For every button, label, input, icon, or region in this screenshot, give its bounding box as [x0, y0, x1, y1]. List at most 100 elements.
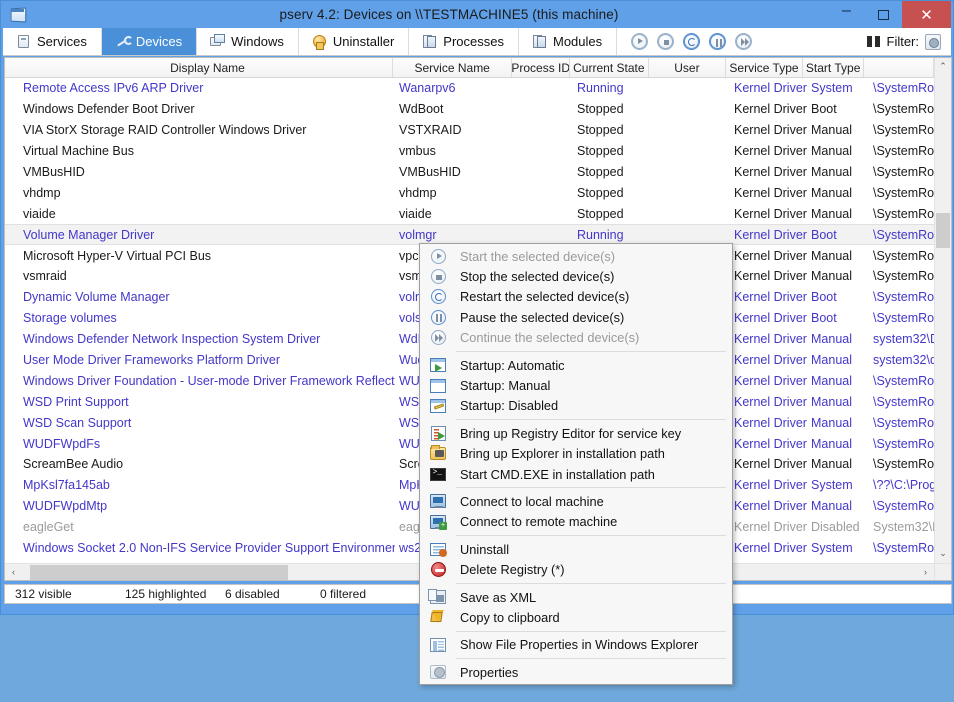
cell-name: viaide [23, 206, 56, 221]
tab-processes[interactable]: Processes [409, 28, 519, 55]
menu-item-label: Uninstall [460, 541, 510, 557]
column-header-service-type[interactable]: Service Type [726, 58, 803, 77]
menu-item-startup-disabled[interactable]: Startup: Disabled [420, 396, 732, 416]
tab-modules[interactable]: Modules [518, 28, 618, 55]
cell-stype: Kernel Driver [734, 165, 807, 179]
table-row[interactable]: Windows Defender Boot Driver WdBoot Stoppe… [5, 99, 951, 120]
menu-item-startup-manual[interactable]: Startup: Manual [420, 375, 732, 395]
table-row[interactable]: Volume Manager Driver volmgr Running Kernel… [5, 224, 951, 246]
column-header-user[interactable]: User [649, 58, 727, 77]
toolbar-pause-button[interactable] [709, 33, 727, 50]
cell-name: WUDFWpdMtp [23, 499, 108, 514]
cell-start: Manual [811, 332, 852, 347]
cell-state: Running [577, 81, 624, 96]
start-circle-icon [632, 34, 648, 49]
column-header-service-name[interactable]: Service Name [393, 58, 513, 77]
cell-path: \SystemRo [873, 248, 935, 263]
column-header-row: Display Name Service Name Process ID Cur… [5, 58, 951, 78]
gear-icon[interactable] [925, 33, 941, 50]
menu-item-bring-up-registry-editor-for-service-key[interactable]: Bring up Registry Editor for service key [420, 423, 732, 443]
cell-path: \SystemRo [873, 311, 935, 326]
menu-item-stop-the-selected-device-s[interactable]: Stop the selected device(s) [420, 266, 732, 286]
menu-item-start-cmd-exe-in-installation-path[interactable]: Start CMD.EXE in installation path [420, 464, 732, 484]
stop-circle-icon [658, 34, 674, 49]
cell-path: \SystemRo [873, 373, 935, 388]
cell-stype: Kernel Driver [734, 269, 807, 284]
cell-svc: volmgr [399, 227, 437, 242]
table-row[interactable]: VMBusHID VMBusHID Stopped Kernel Driver Manu… [5, 162, 951, 183]
start-circle-icon [420, 248, 456, 264]
tab-windows[interactable]: Windows [197, 28, 299, 55]
maximize-button[interactable] [865, 1, 902, 28]
title-bar[interactable]: pserv 4.2: Devices on \\TESTMACHINE5 (th… [1, 1, 953, 28]
cell-path: \SystemRo [873, 541, 935, 556]
column-header-current-state[interactable]: Current State [570, 58, 649, 77]
menu-item-show-file-properties-in-windows-explorer[interactable]: Show File Properties in Windows Explorer [420, 635, 732, 655]
table-row[interactable]: VIA StorX Storage RAID Controller Window… [5, 120, 951, 141]
column-header-process-id[interactable]: Process ID [512, 58, 571, 77]
table-row[interactable]: vhdmp vhdmp Stopped Kernel Driver Manual \Sys… [5, 182, 951, 203]
menu-item-label: Stop the selected device(s) [460, 269, 615, 285]
cell-stype: Kernel Driver [734, 499, 807, 514]
vscroll-down-arrow[interactable]: ⌄ [935, 545, 951, 562]
minimize-button[interactable]: – [828, 1, 865, 28]
screenshot-root: pserv 4.2: Devices on \\TESTMACHINE5 (th… [0, 0, 954, 702]
menu-item-bring-up-explorer-in-installation-path[interactable]: Bring up Explorer in installation path [420, 444, 732, 464]
close-button[interactable]: ✕ [902, 1, 951, 28]
process-stack-icon [422, 34, 437, 49]
menu-item-pause-the-selected-device-s[interactable]: Pause the selected device(s) [420, 307, 732, 327]
menu-item-save-as-xml[interactable]: Save as XML [420, 587, 732, 607]
menu-item-label: Show File Properties in Windows Explorer [460, 637, 699, 653]
cell-path: \SystemRo [873, 415, 935, 430]
cell-start: Manual [811, 206, 852, 221]
cell-start: Boot [811, 311, 837, 326]
cell-path: \SystemRo [873, 394, 935, 409]
menu-item-uninstall[interactable]: Uninstall [420, 539, 732, 559]
menu-item-properties[interactable]: Properties [420, 662, 732, 682]
tab-label: Processes [443, 34, 504, 49]
hscroll-thumb[interactable] [30, 564, 288, 580]
cell-stype: Kernel Driver [734, 311, 807, 326]
table-row[interactable]: viaide viaide Stopped Kernel Driver Manual \S… [5, 203, 951, 224]
column-header-display-name[interactable]: Display Name [5, 58, 393, 77]
table-row[interactable]: Virtual Machine Bus vmbus Stopped Kernel Dr… [5, 141, 951, 162]
menu-item-restart-the-selected-device-s[interactable]: Restart the selected device(s) [420, 287, 732, 307]
cell-path: system32\d [873, 353, 937, 368]
column-header-path[interactable] [864, 58, 935, 77]
vscroll-thumb[interactable] [936, 213, 950, 248]
toolbar-stop-button[interactable] [657, 33, 675, 50]
menu-separator [456, 658, 726, 660]
tab-label: Uninstaller [332, 34, 395, 49]
tab-uninstaller[interactable]: Uninstaller [298, 28, 410, 55]
tab-services[interactable]: Services [3, 28, 102, 55]
hscroll-right-arrow[interactable]: › [917, 567, 934, 577]
menu-item-delete-registry[interactable]: Delete Registry (*) [420, 559, 732, 579]
toolbar-restart-button[interactable] [683, 33, 701, 50]
cell-start: Manual [811, 269, 852, 284]
cell-path: System32\I [873, 520, 936, 535]
tab-strip: Services Devices Windows Uninstaller Pro… [3, 28, 951, 56]
tab-devices[interactable]: Devices [101, 28, 198, 55]
menu-item-startup-automatic[interactable]: Startup: Automatic [420, 355, 732, 375]
cell-path: \SystemRo [873, 436, 935, 451]
toolbar-continue-button[interactable] [735, 33, 753, 50]
menu-item-connect-to-local-machine[interactable]: Connect to local machine [420, 491, 732, 511]
cell-path: \SystemRo [873, 269, 935, 284]
toolbar-start-button[interactable] [631, 33, 649, 50]
cell-start: Manual [811, 353, 852, 368]
menu-item-copy-to-clipboard[interactable]: Copy to clipboard [420, 607, 732, 627]
cell-name: Remote Access IPv6 ARP Driver [23, 81, 204, 96]
column-header-start-type[interactable]: Start Type [803, 58, 865, 77]
vscroll-up-arrow[interactable]: ⌃ [935, 58, 951, 75]
startup-disabled-icon [420, 398, 456, 413]
scrollbar-corner [934, 563, 951, 580]
cell-start: Boot [811, 227, 837, 242]
cell-name: Windows Driver Foundation - User-mode Dr… [23, 373, 395, 388]
cell-stype: Kernel Driver [734, 227, 807, 242]
menu-item-connect-to-remote-machine[interactable]: + Connect to remote machine [420, 512, 732, 532]
vertical-scrollbar[interactable]: ⌃ ⌄ [934, 58, 951, 580]
tab-label: Modules [552, 34, 603, 49]
table-row[interactable]: Remote Access IPv6 ARP Driver Wanarpv6 Run… [5, 78, 951, 99]
cell-stype: Kernel Driver [734, 123, 807, 138]
hscroll-left-arrow[interactable]: ‹ [5, 567, 22, 577]
